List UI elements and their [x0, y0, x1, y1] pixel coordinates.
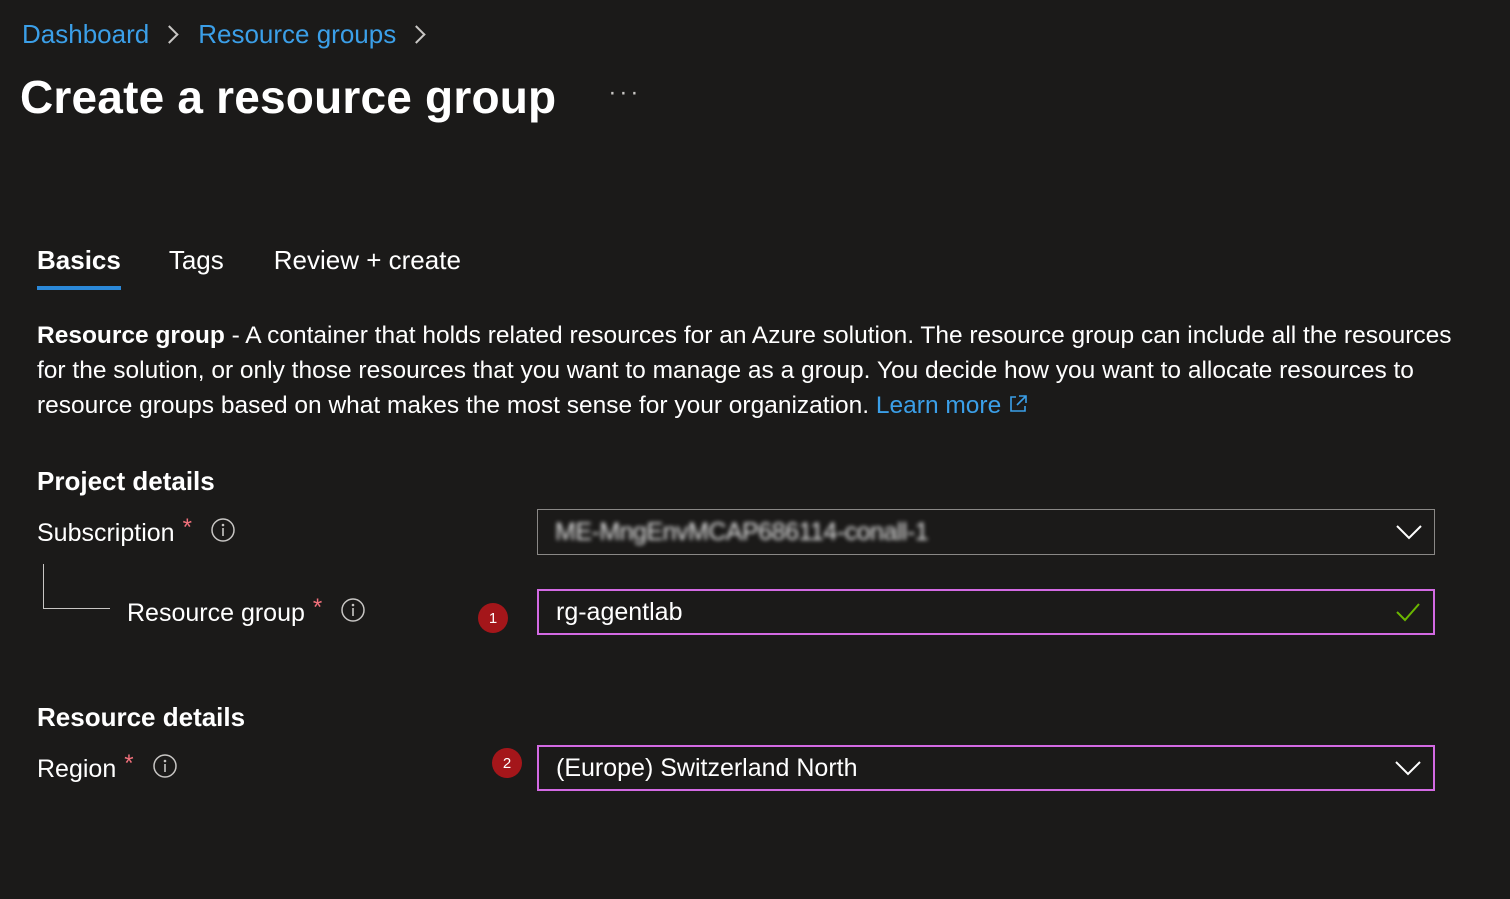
checkmark-icon	[1383, 601, 1433, 623]
breadcrumb: Dashboard Resource groups	[22, 14, 445, 54]
resource-group-input[interactable]: rg-agentlab	[537, 589, 1435, 635]
description-text: - A container that holds related resourc…	[37, 322, 1452, 419]
chevron-right-icon	[407, 24, 426, 44]
chevron-down-icon[interactable]	[1384, 523, 1434, 541]
info-icon[interactable]	[210, 517, 236, 550]
tab-tags[interactable]: Tags	[169, 238, 224, 290]
step-badge-1: 1	[478, 603, 508, 633]
region-label: Region	[37, 755, 117, 783]
chevron-down-icon[interactable]	[1383, 759, 1433, 777]
region-value: (Europe) Switzerland North	[556, 753, 858, 782]
required-marker: *	[312, 593, 323, 621]
subscription-value: ME-MngEnvMCAP686114-conall-1	[555, 517, 929, 546]
required-marker: *	[182, 513, 192, 541]
region-label-group: Region *	[37, 749, 178, 786]
required-marker: *	[124, 749, 134, 777]
description: Resource group - A container that holds …	[37, 318, 1457, 425]
subscription-label: Subscription	[37, 519, 175, 547]
tree-connector	[43, 564, 110, 609]
project-details-heading: Project details	[37, 466, 215, 496]
step-badge-2: 2	[492, 748, 522, 778]
subscription-dropdown[interactable]: ME-MngEnvMCAP686114-conall-1	[537, 509, 1435, 555]
breadcrumb-dashboard[interactable]: Dashboard	[22, 14, 149, 54]
region-dropdown[interactable]: (Europe) Switzerland North	[537, 745, 1435, 791]
title-row: Create a resource group ···	[20, 70, 641, 124]
tab-bar: Basics Tags Review + create	[37, 238, 461, 290]
learn-more-label[interactable]: Learn more	[876, 392, 1001, 419]
resource-group-label: Resource group	[127, 599, 305, 627]
more-options-icon[interactable]: ···	[608, 79, 641, 107]
info-icon[interactable]	[340, 597, 366, 630]
description-bold: Resource group	[37, 322, 225, 349]
resource-group-label-group: Resource group *	[127, 593, 366, 630]
breadcrumb-resource-groups[interactable]: Resource groups	[198, 14, 396, 54]
page-title: Create a resource group	[20, 71, 557, 123]
info-icon[interactable]	[152, 753, 178, 786]
resource-details-heading: Resource details	[37, 702, 246, 732]
learn-more-link[interactable]: Learn more	[876, 392, 1029, 419]
subscription-label-group: Subscription *	[37, 513, 236, 550]
resource-group-value[interactable]: rg-agentlab	[556, 598, 1383, 627]
external-link-icon[interactable]	[1007, 390, 1029, 425]
tab-basics[interactable]: Basics	[37, 238, 121, 290]
chevron-right-icon	[160, 24, 179, 44]
create-resource-group-page: Dashboard Resource groups Create a resou…	[0, 0, 1510, 899]
tab-review-create[interactable]: Review + create	[274, 238, 461, 290]
